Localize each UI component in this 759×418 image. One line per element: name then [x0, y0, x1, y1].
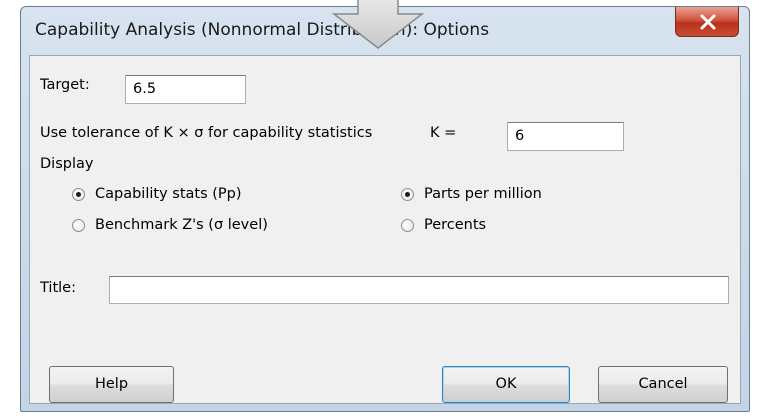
- radio-button[interactable]: [401, 187, 414, 201]
- cancel-button[interactable]: Cancel: [598, 366, 728, 403]
- radio-capability-stats[interactable]: Capability stats (Pp): [72, 186, 242, 202]
- radio-benchmark-z[interactable]: Benchmark Z's (σ level): [72, 217, 268, 233]
- radio-button[interactable]: [72, 187, 85, 201]
- close-button[interactable]: [675, 7, 739, 37]
- radio-label: Capability stats (Pp): [95, 186, 242, 202]
- title-input[interactable]: [109, 276, 729, 304]
- window-frame: Capability Analysis (Nonnormal Distribut…: [20, 6, 750, 412]
- display-label: Display: [40, 156, 94, 172]
- dialog-client-area: Target: 6.5 Use tolerance of K × σ for c…: [29, 55, 741, 404]
- radio-label: Percents: [424, 217, 487, 233]
- radio-label: Benchmark Z's (σ level): [95, 217, 268, 233]
- radio-percents[interactable]: Percents: [401, 217, 486, 233]
- target-input[interactable]: 6.5: [125, 75, 246, 104]
- help-button[interactable]: Help: [49, 366, 174, 403]
- k-input[interactable]: 6: [507, 122, 624, 151]
- title-field-label: Title:: [40, 280, 76, 296]
- target-label: Target:: [40, 77, 90, 93]
- radio-button[interactable]: [401, 218, 414, 232]
- close-icon: [700, 14, 716, 30]
- options-dialog: Capability Analysis (Nonnormal Distribut…: [0, 0, 759, 418]
- radio-label: Parts per million: [424, 186, 542, 202]
- tolerance-label: Use tolerance of K × σ for capability st…: [40, 125, 373, 141]
- pointer-arrow-icon: [331, 0, 425, 49]
- radio-parts-per-million[interactable]: Parts per million: [401, 186, 542, 202]
- k-label: K =: [430, 125, 457, 141]
- radio-button[interactable]: [72, 218, 85, 232]
- ok-button[interactable]: OK: [442, 366, 570, 403]
